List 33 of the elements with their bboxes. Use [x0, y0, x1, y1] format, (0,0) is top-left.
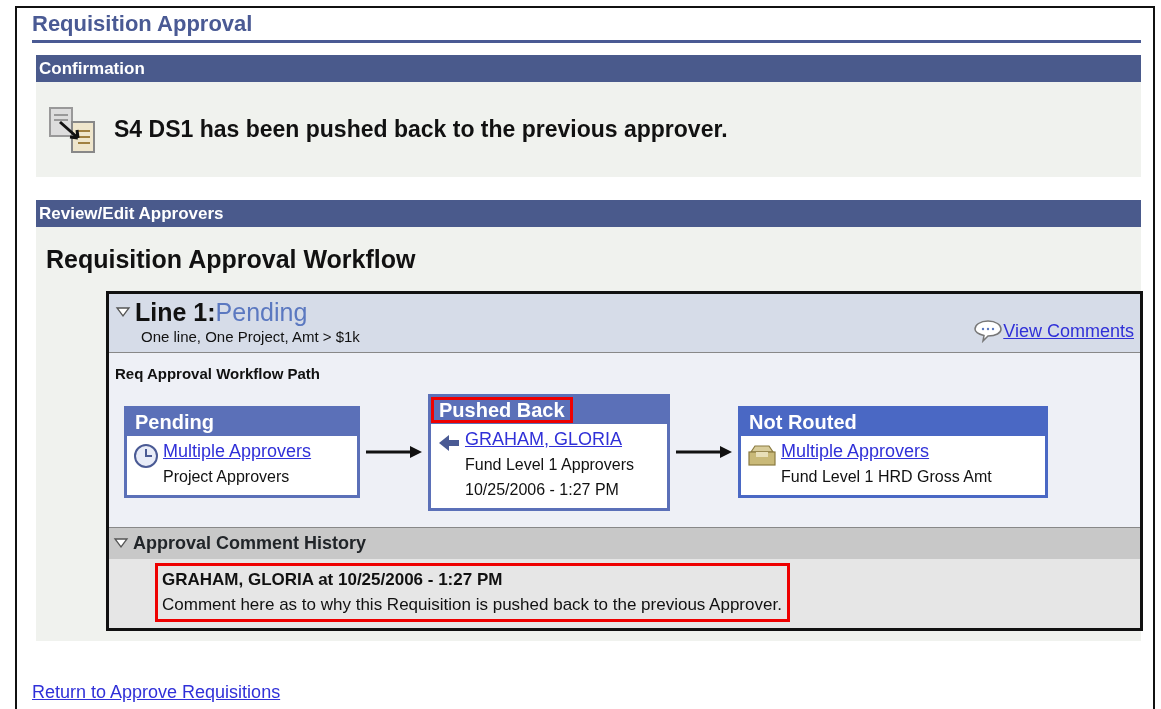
workflow-title: Requisition Approval Workflow [46, 244, 417, 275]
line-description: One line, One Project, Amt > $1k [141, 326, 360, 347]
view-comments-link[interactable]: View Comments [1003, 317, 1134, 345]
step-status: Pushed Back [431, 396, 573, 423]
step-status: Not Routed [748, 411, 858, 433]
clock-icon [133, 442, 159, 469]
comment-author: GRAHAM, GLORIA at 10/25/2006 - 1:27 PM [162, 568, 504, 591]
expand-triangle-icon[interactable] [115, 305, 131, 318]
expand-triangle-icon[interactable] [113, 537, 129, 549]
step-date: 10/25/2006 - 1:27 PM [465, 479, 620, 500]
return-link[interactable]: Return to Approve Requisitions [32, 678, 281, 706]
step-status: Pending [134, 411, 215, 433]
approver-link[interactable]: Multiple Approvers [163, 441, 312, 461]
speech-bubble-icon [973, 319, 1004, 343]
section-header: Review/Edit Approvers [36, 200, 1141, 227]
approver-link[interactable]: GRAHAM, GLORIA [465, 428, 623, 449]
approver-role: Fund Level 1 HRD Gross Amt [781, 467, 992, 487]
approver-role: Project Approvers [163, 467, 291, 487]
inbox-tray-icon [747, 443, 777, 468]
page-title: Requisition Approval [32, 8, 1141, 43]
document-transfer-icon [48, 105, 96, 154]
path-title: Req Approval Workflow Path [114, 364, 322, 384]
arrow [674, 444, 734, 460]
section-header: Confirmation [36, 55, 1141, 82]
comment-text: Comment here as to why this Requisition is pushed back to the previous Approver. [162, 594, 782, 616]
line-status: Pending [215, 297, 308, 326]
arrow [364, 444, 424, 460]
left-arrow-icon [437, 433, 461, 454]
history-header: Approval Comment History [133, 531, 367, 555]
approver-role: Fund Level 1 Approvers [465, 454, 634, 475]
approver-link[interactable]: Multiple Approvers [781, 441, 930, 461]
line-label: Line 1: [135, 297, 216, 326]
confirmation-message: S4 DS1 has been pushed back to the previous approver. [114, 115, 728, 145]
